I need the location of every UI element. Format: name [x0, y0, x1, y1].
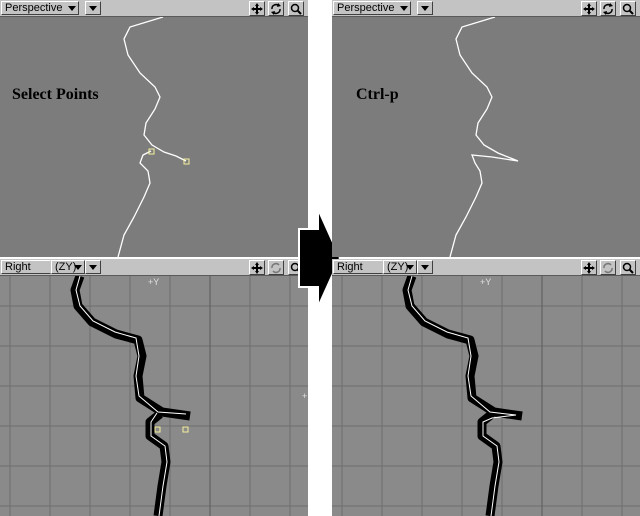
- rotate-view-button[interactable]: [600, 260, 616, 275]
- perspective-scene: [449, 17, 519, 257]
- step-annotation: Ctrl-p: [356, 86, 399, 103]
- chevron-down-icon: [421, 6, 429, 11]
- chevron-down-icon: [89, 265, 97, 270]
- rotate-view-button[interactable]: [600, 1, 616, 16]
- axis-y-label: +Y: [148, 277, 160, 287]
- zoom-view-button[interactable]: [620, 1, 636, 16]
- viewport-options-button[interactable]: [85, 260, 101, 274]
- magnifier-icon: [622, 262, 634, 274]
- profile-curve-lower: [117, 150, 152, 257]
- step-annotation: Select Points: [12, 86, 99, 103]
- chevron-down-icon: [400, 6, 408, 11]
- profile-curve: [123, 17, 187, 162]
- view-type-label: Perspective: [5, 2, 63, 14]
- viewport-header: Perspective: [0, 0, 308, 17]
- move-icon: [583, 262, 595, 274]
- cage-lower: [477, 410, 503, 516]
- move-view-button[interactable]: [581, 260, 597, 275]
- move-icon: [251, 262, 263, 274]
- view-type-select[interactable]: Right: [1, 260, 51, 274]
- rotate-icon: [271, 262, 281, 274]
- chevron-down-icon: [74, 265, 82, 270]
- chevron-down-icon: [89, 6, 97, 11]
- zoom-view-button[interactable]: [620, 260, 636, 275]
- move-view-button[interactable]: [249, 260, 265, 275]
- rotate-icon: [603, 262, 613, 274]
- rotate-view-button[interactable]: [268, 260, 284, 275]
- left-right-viewport[interactable]: Right (ZY) +Y +: [0, 259, 308, 516]
- axis-select[interactable]: (ZY): [51, 260, 85, 274]
- selected-point: [154, 426, 161, 433]
- viewport-header: Perspective: [332, 0, 640, 17]
- viewport-options-button[interactable]: [85, 1, 101, 15]
- view-type-label: Right: [337, 261, 363, 273]
- move-icon: [583, 3, 595, 15]
- view-type-select[interactable]: Perspective: [1, 1, 79, 15]
- right-perspective-viewport[interactable]: Perspective Ctrl-p: [332, 0, 640, 257]
- zoom-view-button[interactable]: [288, 1, 304, 16]
- magnifier-icon: [290, 3, 302, 15]
- perspective-scene: [117, 17, 190, 257]
- axis-z-label: +: [302, 391, 308, 401]
- right-view-scene: [332, 276, 640, 516]
- grid: [0, 276, 308, 516]
- grid: [332, 276, 640, 516]
- cage-lower: [145, 410, 171, 516]
- right-right-viewport[interactable]: Right (ZY) +Y: [332, 259, 640, 516]
- viewport-header: Right (ZY): [332, 259, 640, 276]
- view-type-label: Perspective: [337, 2, 395, 14]
- viewport-options-button[interactable]: [417, 260, 433, 274]
- view-type-select[interactable]: Right: [333, 260, 383, 274]
- right-view-scene: [0, 276, 308, 516]
- axis-y-label: +Y: [480, 277, 492, 287]
- move-view-button[interactable]: [249, 1, 265, 16]
- chevron-down-icon: [68, 6, 76, 11]
- move-icon: [251, 3, 263, 15]
- left-perspective-viewport[interactable]: Perspective Select Points: [0, 0, 308, 257]
- view-type-select[interactable]: Perspective: [333, 1, 411, 15]
- chevron-down-icon: [406, 265, 414, 270]
- axis-select[interactable]: (ZY): [383, 260, 417, 274]
- view-type-label: Right: [5, 261, 31, 273]
- chevron-down-icon: [421, 265, 429, 270]
- profile-curve: [449, 17, 519, 257]
- move-view-button[interactable]: [581, 1, 597, 16]
- rotate-view-button[interactable]: [268, 1, 284, 16]
- viewport-options-button[interactable]: [417, 1, 433, 15]
- rotate-icon: [603, 3, 613, 15]
- viewport-header: Right (ZY): [0, 259, 308, 276]
- rotate-icon: [271, 3, 281, 15]
- selected-point: [182, 426, 189, 433]
- magnifier-icon: [622, 3, 634, 15]
